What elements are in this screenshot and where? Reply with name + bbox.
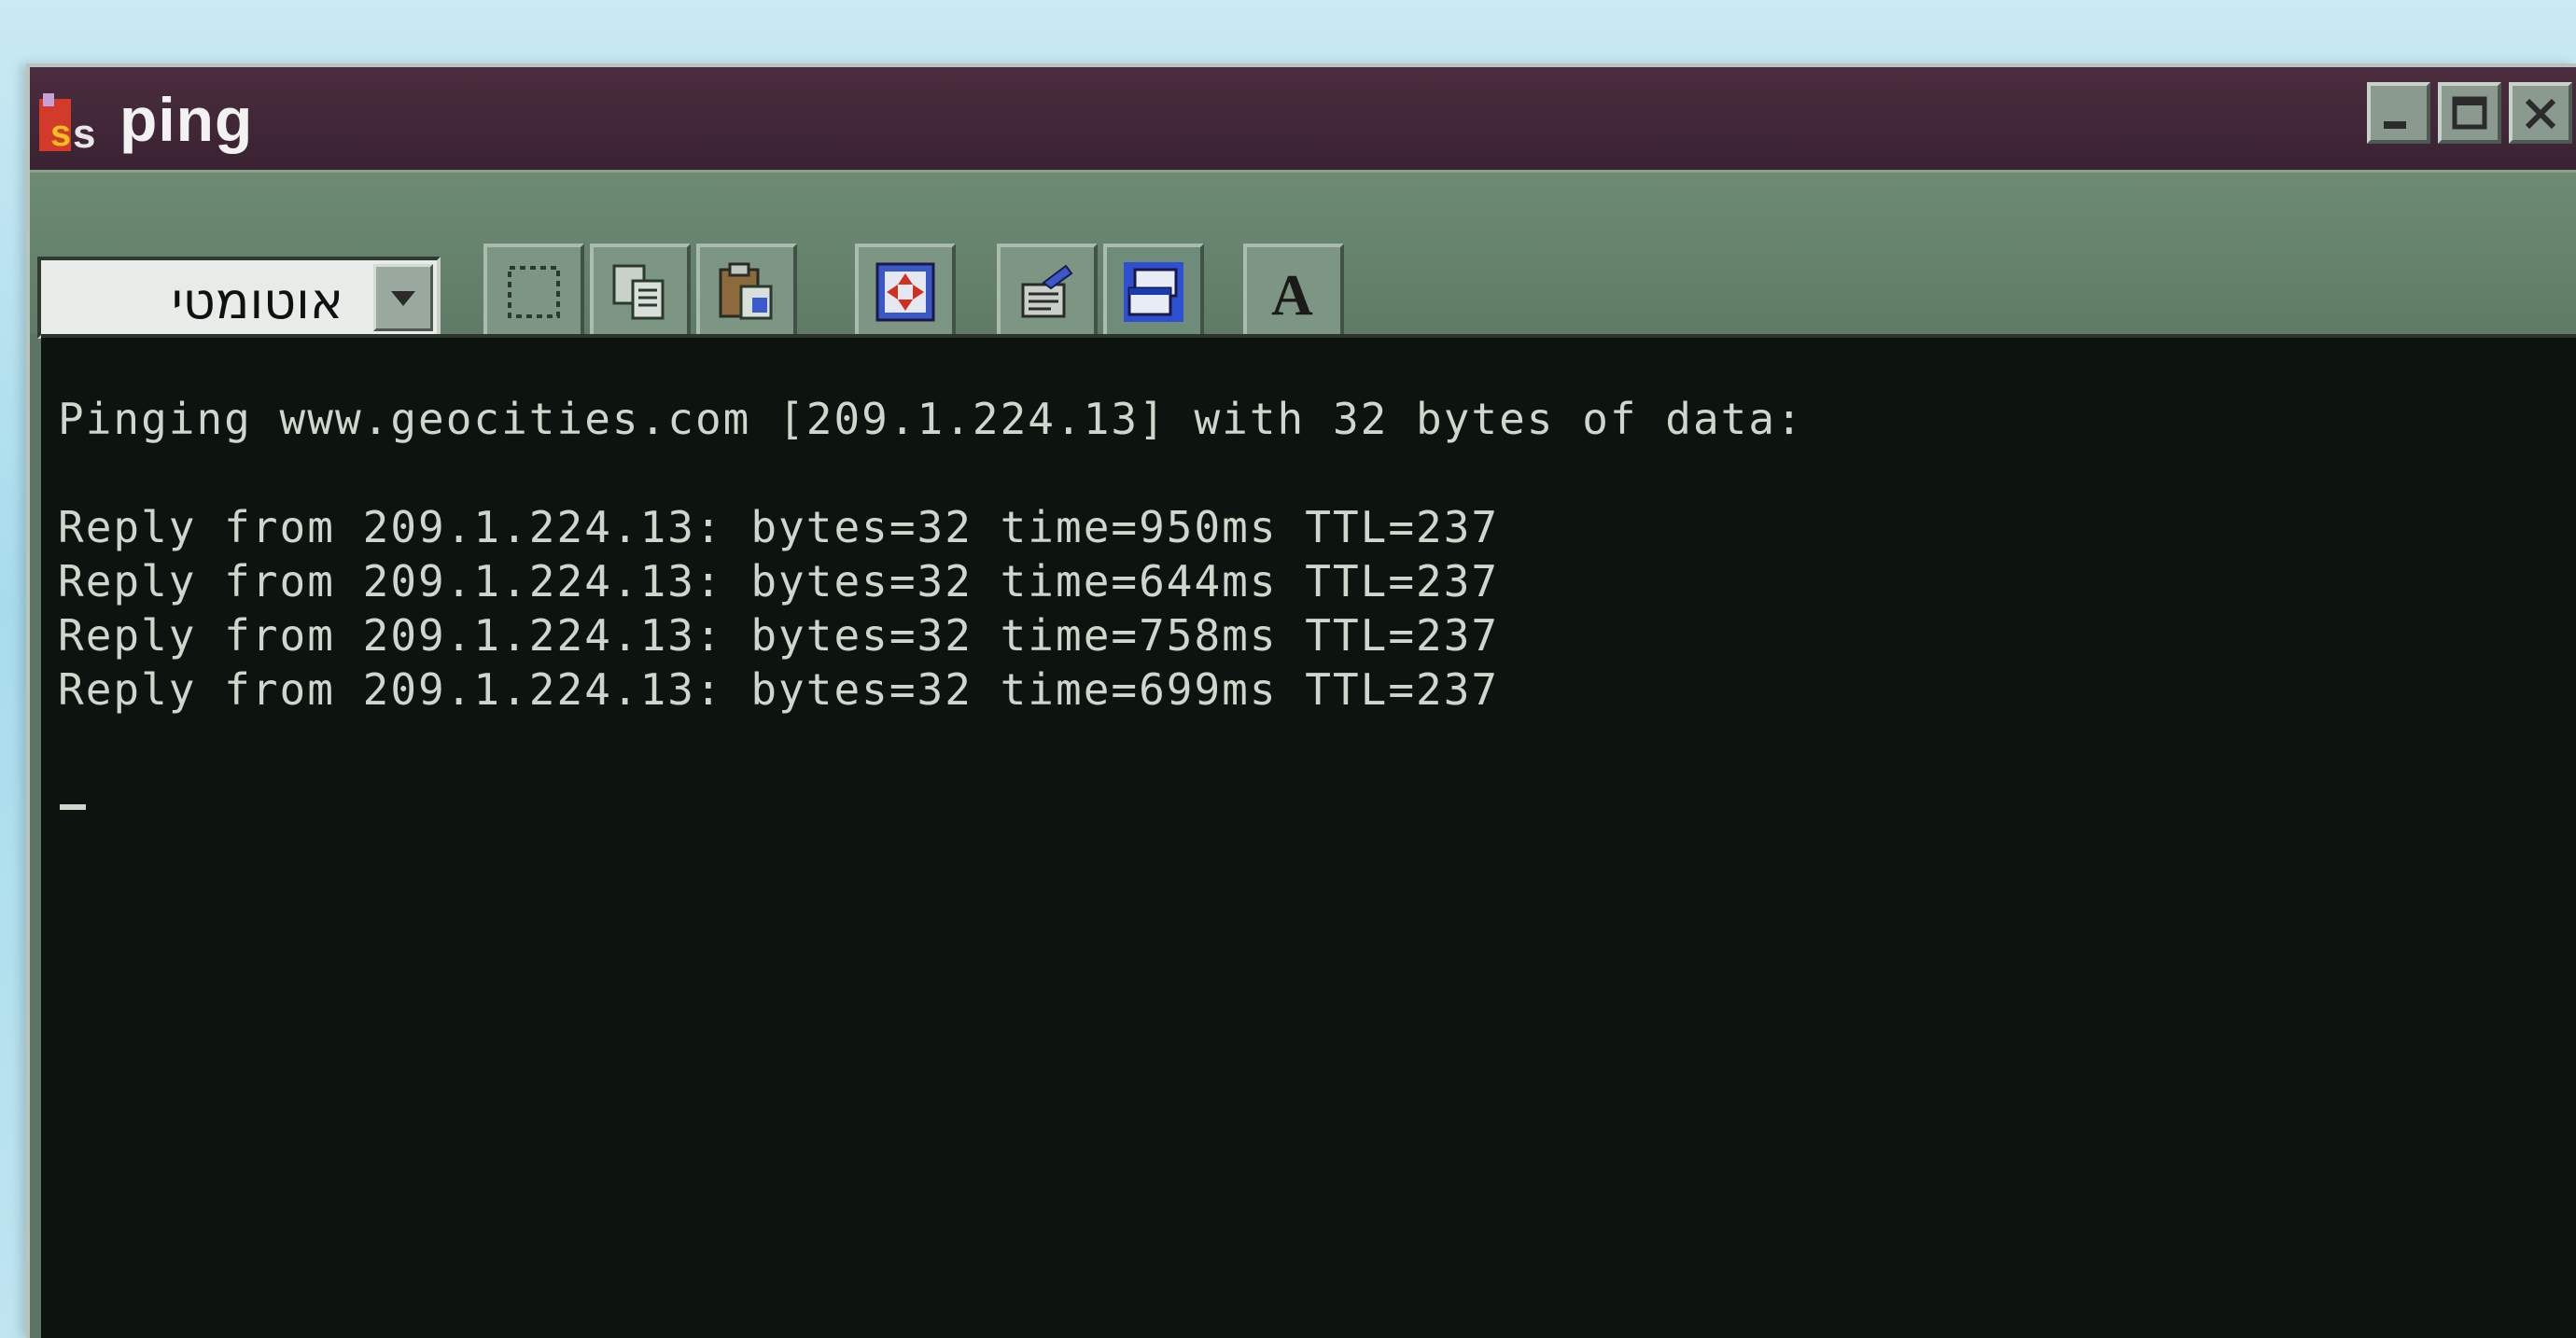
svg-text:s: s: [73, 111, 95, 157]
maximize-button[interactable]: [2438, 82, 2501, 144]
window-title: ping: [119, 85, 254, 154]
toolbar: אוטומטי A: [30, 170, 2576, 341]
background-icon: [1124, 262, 1183, 322]
background-button[interactable]: [1103, 244, 1204, 341]
properties-icon: [1021, 264, 1073, 318]
full-screen-icon: [875, 262, 935, 322]
close-icon: [2525, 98, 2556, 130]
console-line: Pinging www.geocities.com [209.1.224.13]…: [58, 394, 1804, 444]
font-icon: A: [1271, 264, 1313, 324]
window-controls: [2367, 82, 2572, 144]
svg-text:A: A: [1271, 264, 1313, 324]
properties-button[interactable]: [997, 244, 1098, 341]
minimize-button[interactable]: [2367, 82, 2430, 144]
font-size-dropdown[interactable]: אוטומטי: [37, 257, 441, 339]
console-line: Reply from 209.1.224.13: bytes=32 time=6…: [58, 556, 1500, 606]
svg-text:s: s: [50, 113, 71, 154]
close-button[interactable]: [2509, 82, 2572, 144]
ms-dos-icon[interactable]: s s: [37, 93, 108, 157]
paste-icon: [719, 262, 773, 320]
copy-icon: [612, 264, 665, 320]
console-line: Reply from 209.1.224.13: bytes=32 time=6…: [58, 664, 1500, 715]
text-cursor: [60, 804, 86, 810]
title-bar[interactable]: s s ping: [30, 67, 2576, 170]
console-output[interactable]: Pinging www.geocities.com [209.1.224.13]…: [41, 334, 2576, 1338]
chevron-down-icon: [391, 291, 415, 306]
console-line: Reply from 209.1.224.13: bytes=32 time=7…: [58, 610, 1500, 661]
font-size-value: אוטומטי: [171, 272, 343, 330]
maximize-icon: [2452, 96, 2487, 130]
ping-window: s s ping אוטומטי A Pinging www.geocities…: [26, 63, 2576, 1338]
full-screen-button[interactable]: [855, 244, 956, 341]
paste-button[interactable]: [696, 244, 797, 341]
dropdown-arrow-button[interactable]: [373, 264, 433, 331]
mark-selection-icon: [508, 266, 560, 318]
copy-button[interactable]: [590, 244, 691, 341]
console-line: Reply from 209.1.224.13: bytes=32 time=9…: [58, 502, 1500, 552]
minimize-icon: [2384, 121, 2406, 129]
mark-button[interactable]: [483, 244, 584, 341]
font-button[interactable]: A: [1243, 244, 1344, 341]
